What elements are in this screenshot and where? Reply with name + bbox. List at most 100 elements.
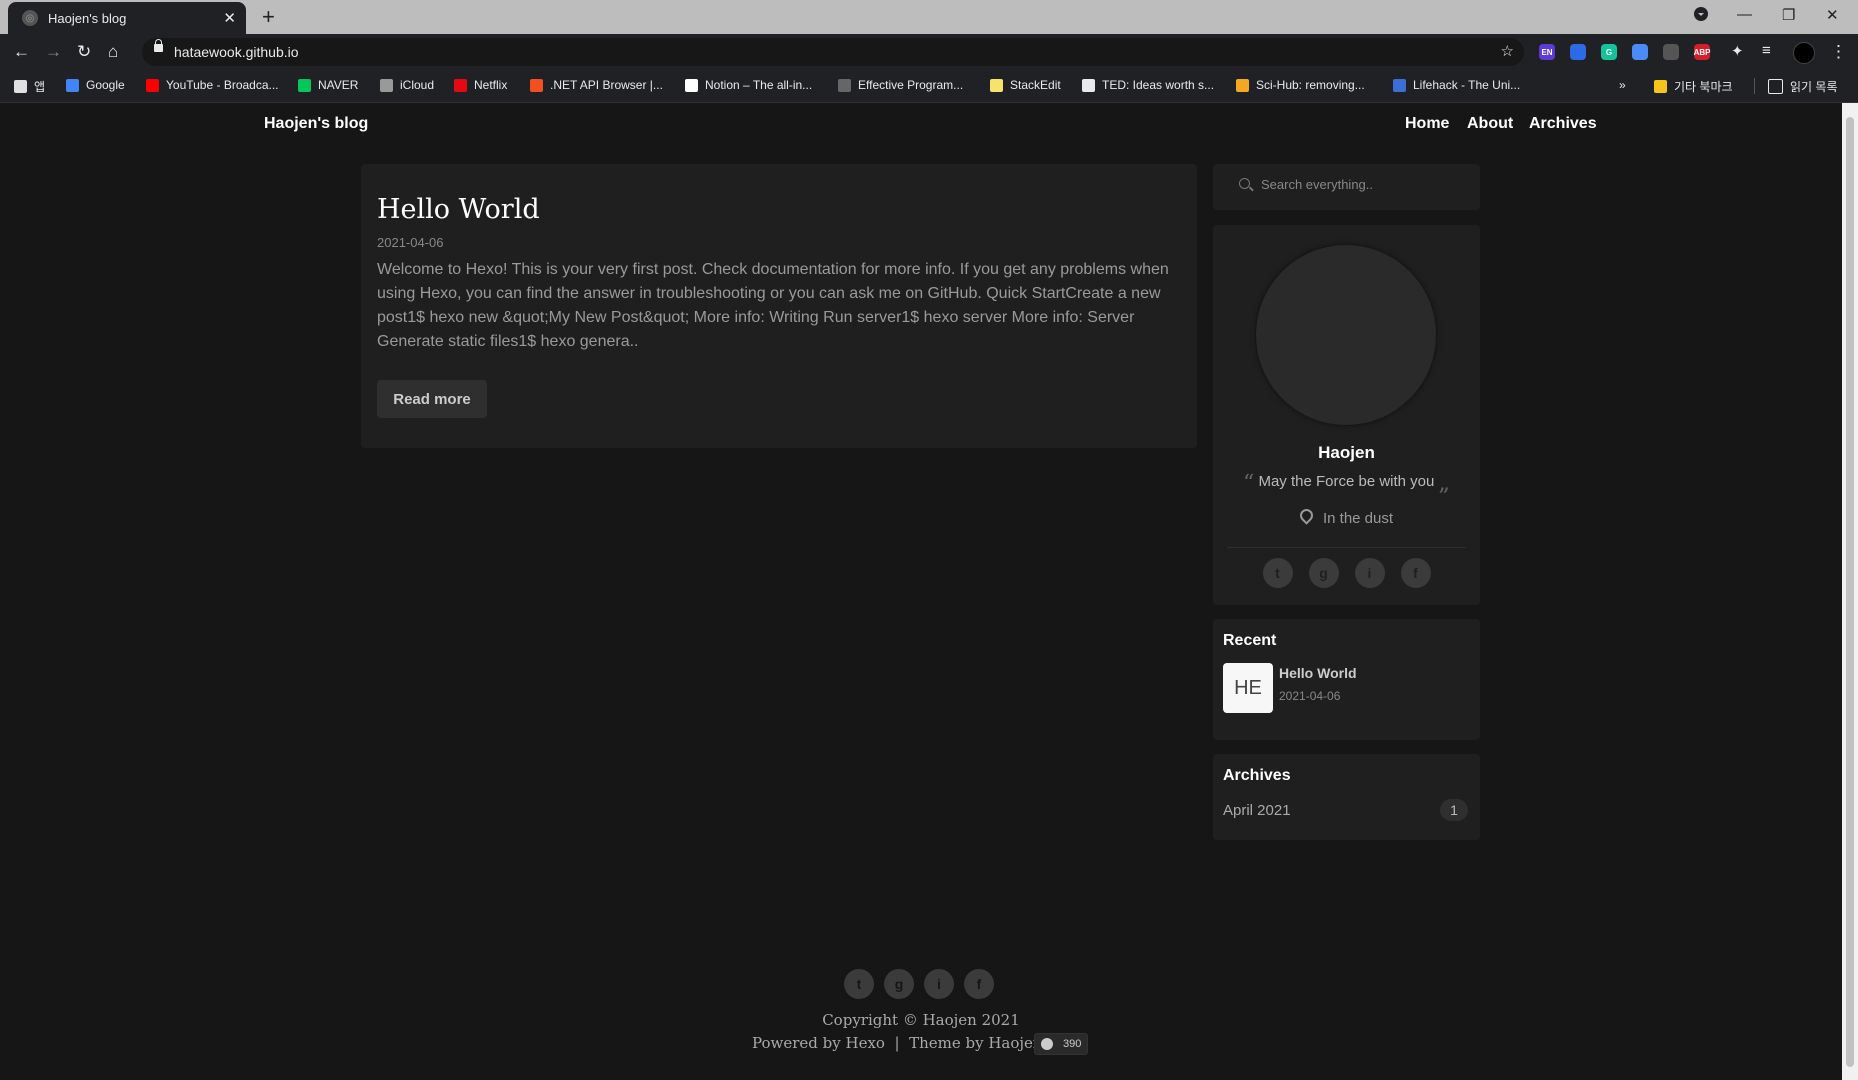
bookmark-favicon-icon [530,78,543,92]
site-brand[interactable]: Haojen's blog [264,115,368,133]
archive-count-badge: 1 [1440,799,1468,821]
copyright: Copyright © Haojen 2021 [822,1011,1020,1029]
reading-list-label: 읽기 목록 [1790,80,1838,94]
search-icon [1239,178,1250,189]
recent-post-date: 2021-04-06 [1279,689,1341,703]
bookmark-item[interactable]: Sci-Hub: removing... [1236,78,1365,92]
bookmark-label: StackEdit [1010,78,1061,92]
pin-extension-icon[interactable] [1632,44,1648,60]
instagram-icon[interactable]: i [924,969,954,999]
minimize-button[interactable]: — [1737,6,1752,23]
bookmark-item[interactable]: NAVER [298,78,358,92]
grammarly-icon[interactable]: G [1601,44,1617,60]
extensions-puzzle-icon[interactable]: ✦ [1731,42,1744,60]
avatar [1256,245,1436,425]
github-icon[interactable]: g [884,969,914,999]
footer-socials: t g i f [844,969,994,999]
adblock-icon[interactable]: ABP [1694,44,1710,60]
nav-home[interactable]: Home [1405,115,1449,133]
twitter-icon[interactable]: t [1262,558,1293,588]
bookmark-item[interactable]: Netflix [454,78,507,92]
read-more-button[interactable]: Read more [377,380,487,418]
profile-bio: “ May the Force be with you „ [1213,471,1480,496]
more-bookmarks-button[interactable]: » [1619,78,1626,92]
en-extension-icon[interactable]: EN [1539,44,1555,60]
media-control-icon[interactable]: ≡ [1762,42,1771,59]
menu-kebab-icon[interactable]: ⋮ [1830,42,1847,62]
home-icon[interactable]: ⌂ [108,42,118,62]
recent-post-title[interactable]: Hello World [1279,665,1357,681]
profile-card: Haojen “ May the Force be with you „ In … [1213,225,1480,605]
bookmark-label: YouTube - Broadca... [166,78,279,92]
page-scrollbar[interactable] [1842,103,1858,1080]
bookmark-label: Sci-Hub: removing... [1256,78,1365,92]
profile-avatar[interactable] [1793,42,1815,64]
bookmark-item[interactable]: Notion – The all-in... [685,78,812,92]
reading-list-icon [1768,79,1783,94]
lock-icon[interactable] [154,39,163,52]
post-title[interactable]: Hello World [377,194,540,225]
post-card: Hello World 2021-04-06 Welcome to Hexo! … [361,164,1197,448]
search-box[interactable] [1213,164,1480,210]
bookmark-item[interactable]: iCloud [380,78,434,92]
twitter-icon[interactable]: t [844,969,874,999]
address-bar[interactable]: hataewook.github.io ☆ [142,38,1524,66]
browser-tab-strip: ◎ Haojen's blog ✕ + — ❐ ✕ [0,0,1858,34]
profile-divider [1227,547,1466,548]
bookmark-star-icon[interactable]: ☆ [1501,42,1514,60]
archives-title: Archives [1223,767,1291,784]
facebook-icon[interactable]: f [964,969,994,999]
bookmark-item[interactable]: Lifehack - The Uni... [1393,78,1520,92]
back-arrow-icon[interactable]: ← [13,42,30,62]
quote-close: „ [1438,471,1450,496]
post-date: 2021-04-06 [377,235,444,250]
browser-tab[interactable]: ◎ Haojen's blog ✕ [8,2,246,34]
github-icon[interactable]: g [1308,558,1339,588]
bookmark-item[interactable]: Google [66,78,125,92]
shield-extension-icon[interactable] [1570,44,1586,60]
restore-button[interactable]: ❐ [1782,6,1795,24]
nav-archives[interactable]: Archives [1529,115,1597,133]
url-text[interactable]: hataewook.github.io [174,44,299,60]
bookmark-item[interactable]: StackEdit [990,78,1061,92]
tab-title: Haojen's blog [48,10,127,26]
powered-by[interactable]: Powered by Hexo | Theme by Haojen [752,1034,1043,1052]
new-tab-button[interactable]: + [262,4,275,30]
tab-search-icon[interactable] [1693,6,1709,26]
instagram-icon[interactable]: i [1354,558,1385,588]
bookmarks-bar: 앱 Google YouTube - Broadca... NAVER iCloud Ne… [0,70,1858,103]
bookmark-label: .NET API Browser |... [550,78,663,92]
location-text: In the dust [1322,510,1394,527]
reading-list-button[interactable]: 읽기 목록 [1768,78,1838,95]
bookmark-favicon-icon [838,78,851,92]
reload-icon[interactable]: ↻ [77,42,91,62]
archive-month-link[interactable]: April 2021 [1223,802,1291,819]
nav-about[interactable]: About [1467,115,1513,133]
forward-arrow-icon[interactable]: → [45,42,62,62]
bookmark-favicon-icon [298,78,311,92]
bookmark-label: Effective Program... [858,78,964,92]
bookmark-favicon-icon [380,78,393,92]
archives-widget: Archives April 2021 1 [1213,754,1480,840]
facebook-icon[interactable]: f [1400,558,1431,588]
window-extension-icon[interactable] [1663,44,1679,60]
other-bookmarks-folder[interactable]: 기타 북마크 [1654,78,1733,95]
bookmark-favicon-icon [146,78,159,92]
close-window-button[interactable]: ✕ [1826,6,1839,24]
bookmark-item[interactable]: .NET API Browser |... [530,78,663,92]
bookmark-item[interactable]: TED: Ideas worth s... [1082,78,1214,92]
bookmark-label: Notion – The all-in... [705,78,813,92]
profile-name: Haojen [1318,443,1375,462]
github-stars-badge[interactable]: 390 [1034,1033,1089,1055]
bookmark-label: 앱 [34,80,46,94]
scrollbar-thumb[interactable] [1846,117,1854,1067]
location-pin-icon [1297,506,1316,525]
bookmarks-divider [1754,78,1755,94]
bookmark-label: Netflix [474,78,508,92]
close-tab-icon[interactable]: ✕ [223,9,236,27]
bookmark-item[interactable]: 앱 [14,78,45,95]
search-input[interactable] [1259,176,1463,193]
bookmark-item[interactable]: YouTube - Broadca... [146,78,279,92]
recent-thumb[interactable]: HE [1223,663,1273,713]
bookmark-item[interactable]: Effective Program... [838,78,963,92]
